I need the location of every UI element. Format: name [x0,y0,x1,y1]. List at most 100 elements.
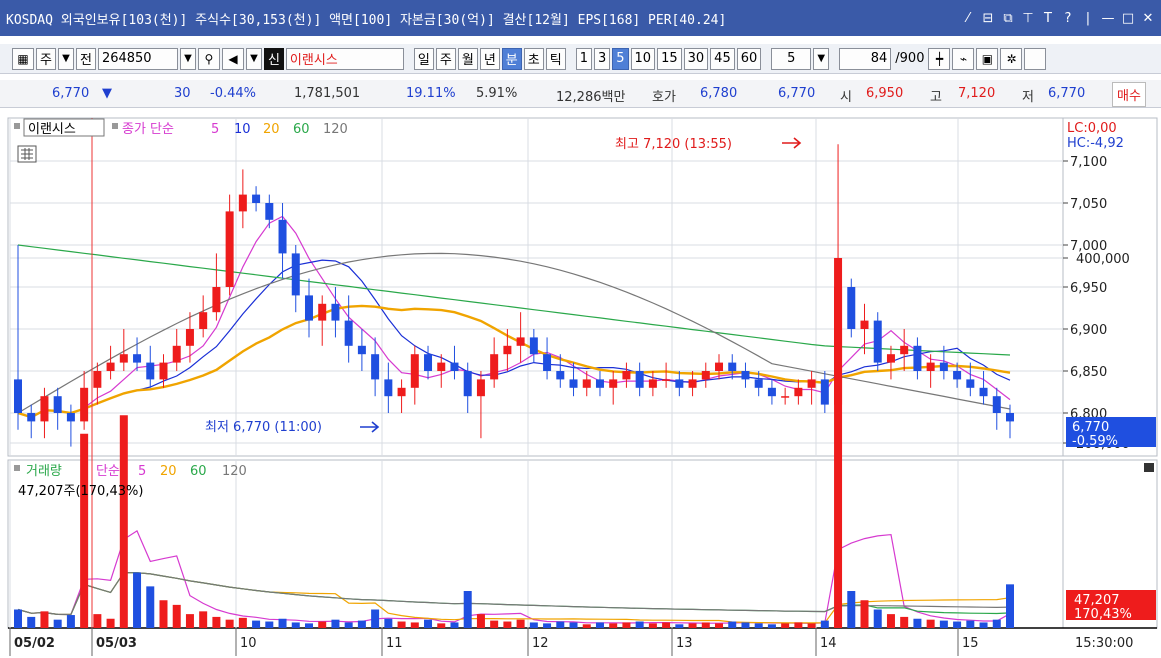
volume-bar [873,609,882,628]
x-tick-label: 14 [820,636,837,651]
chevron-down-icon[interactable]: ▼ [57,47,74,70]
period-day-button[interactable]: 일 [413,47,434,70]
volume-bar [622,622,631,628]
pen-icon[interactable]: ⁄ [959,8,977,28]
minute-3-button[interactable]: 3 [593,47,611,70]
candle-body [688,379,697,388]
price-tick-label: 7,100 [1070,155,1107,170]
buy-button[interactable]: 매수 [1112,82,1146,107]
candle-body [252,194,261,203]
volume-bar [93,614,102,628]
minute-60-button[interactable]: 60 [736,47,762,70]
minute-10-button[interactable]: 10 [630,47,656,70]
indicator-icon[interactable]: ⌁ [952,47,975,70]
checkbox[interactable] [1024,47,1047,70]
restore-window-icon[interactable]: ⧉ [999,8,1017,28]
close-panel-icon[interactable] [1144,463,1154,472]
volume-bar [437,623,446,628]
legend-square-icon [14,123,20,129]
gear-icon[interactable]: ✲ [1000,47,1023,70]
volume-bar [1006,584,1014,628]
minute-30-button[interactable]: 30 [683,47,709,70]
volume-bar [357,620,366,628]
volume-bar [199,611,208,628]
minute-45-button[interactable]: 45 [710,47,735,70]
speaker-icon[interactable]: ◀ [221,47,244,70]
volume-bar [926,619,935,628]
volume-bar [265,621,274,628]
layout-icon[interactable]: ⊟ [979,8,997,28]
x-tick-label: 05/03 [96,636,137,651]
window-titlebar: KOSDAQ 외국인보유[103(천)] 주식수[30,153(천)] 액면[1… [0,0,1161,36]
chevron-down-icon[interactable]: ▼ [179,47,196,70]
interval-tick-button[interactable]: 틱 [545,47,566,70]
candle-body [185,329,194,346]
stock-code-input[interactable]: 264850 [97,47,178,70]
open-price: 6,950 [866,86,904,101]
candle-body [926,362,935,371]
legend-vol-ma-60: 60 [190,464,207,479]
chart-area[interactable]: 6,8006,8506,9006,9507,0007,0507,100 200,… [0,112,1161,658]
close-icon[interactable]: ✕ [1139,8,1157,28]
candle-body [304,295,313,321]
save-icon[interactable]: ▣ [976,47,999,70]
chevron-down-icon[interactable]: ▼ [245,47,262,70]
volume-bar [543,623,552,628]
window-controls: ⁄ ⊟ ⧉ ⊤ T ? | — □ ✕ [959,8,1161,28]
period-week-button[interactable]: 주 [435,47,456,70]
candle-body [14,379,22,413]
candle-body [278,219,287,254]
minute-15-button[interactable]: 15 [657,47,682,70]
help-icon[interactable]: ? [1059,8,1077,28]
x-tick-label: 05/02 [14,636,55,651]
current-pct-label: -0.59% [1072,434,1118,449]
candle-body [648,379,657,388]
minute-value-select[interactable]: 5 [771,47,812,70]
volume-bar [238,617,247,628]
period-month-button[interactable]: 월 [457,47,478,70]
volume-bar [939,620,948,628]
minute-1-button[interactable]: 1 [575,47,592,70]
candle-body [556,371,565,380]
volume-bar [900,616,909,628]
candle-body [595,379,604,388]
volume-bar [635,621,644,628]
price-volume-chart[interactable]: 6,8006,8506,9006,9507,0007,0507,100 200,… [0,112,1161,658]
high-label: 고 [930,90,942,105]
candle-body [622,371,631,380]
legend-ma-5: 5 [211,122,219,137]
minimize-icon[interactable]: — [1099,8,1117,28]
candle-body [609,379,618,388]
volume-bar [384,618,393,628]
volume-tick-label: 400,000 [1076,252,1130,267]
candle-body [106,362,115,371]
candle-body [93,371,102,388]
volume-bar [860,600,869,628]
current-volume-label: 47,207 [1074,593,1120,608]
grid-settings-icon[interactable]: ▦ [12,47,34,70]
maximize-icon[interactable]: □ [1119,8,1137,28]
pin-icon[interactable]: ⊤ [1019,8,1037,28]
candle-type-icon[interactable]: ┿ [928,47,951,70]
stock-name: 이랜시스 [289,53,338,68]
candle-body [291,253,300,296]
interval-second-button[interactable]: 초 [523,47,544,70]
prev-stock-button[interactable]: 전 [75,47,96,70]
candle-body [966,379,975,388]
stock-type-select[interactable]: 주 [36,47,56,70]
interval-minute-button[interactable]: 분 [501,47,522,70]
count-input[interactable]: 84 [839,47,892,70]
candle-body [384,379,393,397]
volume-bar [40,611,49,628]
candle-body [424,354,433,371]
turnover-rate: 19.11% [406,86,456,101]
stock-name-field[interactable]: 이랜시스 [285,47,404,70]
text-size-icon[interactable]: T [1039,8,1057,28]
chevron-down-icon[interactable]: ▼ [813,47,830,70]
candle-body [357,345,366,355]
search-icon[interactable]: ⚲ [197,47,220,70]
volume-bar [913,618,922,628]
volume-bar [847,591,856,628]
minute-5-button[interactable]: 5 [612,47,629,70]
period-year-button[interactable]: 년 [479,47,500,70]
